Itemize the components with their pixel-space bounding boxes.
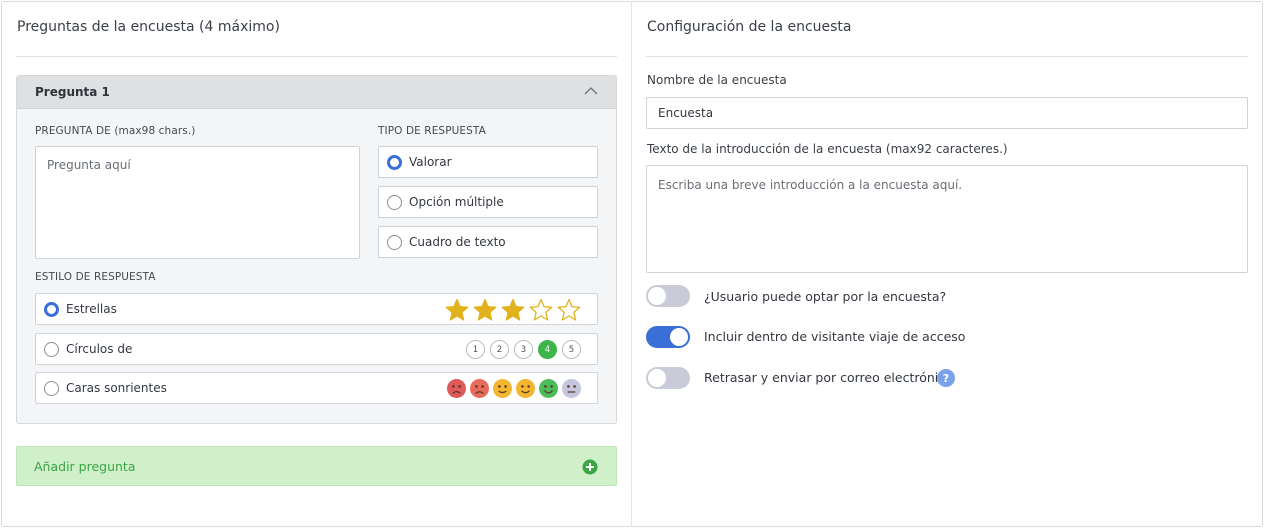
chevron-up-icon[interactable] xyxy=(584,86,598,96)
right-panel-title: Configuración de la encuesta xyxy=(647,19,852,35)
email-delay-toggle[interactable] xyxy=(646,367,690,389)
response-style-stars[interactable]: Estrellas xyxy=(35,293,598,325)
response-type-rate-label: Valorar xyxy=(409,155,452,169)
add-question-label: Añadir pregunta xyxy=(34,459,136,474)
toggle-knob xyxy=(670,328,688,346)
star-filled-icon xyxy=(473,298,497,321)
survey-name-input[interactable] xyxy=(646,97,1248,129)
happy-face-icon xyxy=(539,379,558,398)
smiley-rating-preview xyxy=(447,379,581,398)
neutral-face-icon xyxy=(562,379,581,398)
right-title-divider xyxy=(646,56,1248,57)
survey-name-label: Nombre de la encuesta xyxy=(647,73,787,87)
left-title-divider xyxy=(16,56,617,57)
question-text-label: PREGUNTA DE (max98 chars.) xyxy=(35,125,196,137)
opt-in-toggle[interactable] xyxy=(646,285,690,307)
star-outline-icon xyxy=(529,298,553,321)
star-filled-icon xyxy=(501,298,525,321)
radio-selected-icon[interactable] xyxy=(44,302,59,317)
response-style-circles-label: Círculos de xyxy=(66,342,133,356)
opt-in-toggle-label: ¿Usuario puede optar por la encuesta? xyxy=(704,289,947,304)
question-mark-icon[interactable]: ? xyxy=(937,369,955,387)
radio-icon[interactable] xyxy=(387,195,402,210)
radio-icon[interactable] xyxy=(387,235,402,250)
circle-rating-preview: 12345 xyxy=(466,340,581,359)
question-header[interactable]: Pregunta 1 xyxy=(17,76,616,109)
response-type-multiple-choice-label: Opción múltiple xyxy=(409,195,504,209)
response-style-stars-label: Estrellas xyxy=(66,302,117,316)
survey-intro-input[interactable]: Escriba una breve introducción a la encu… xyxy=(646,165,1248,273)
response-style-smiley-faces-label: Caras sonrientes xyxy=(66,381,167,395)
response-type-label: TIPO DE RESPUESTA xyxy=(378,125,486,137)
toggle-knob xyxy=(648,287,666,305)
visitor-journey-toggle[interactable] xyxy=(646,326,690,348)
question-text-input[interactable]: Pregunta aquí xyxy=(35,146,360,259)
very-sad-face-icon xyxy=(447,379,466,398)
slight-smile-face-icon xyxy=(493,379,512,398)
rating-circle: 4 xyxy=(538,340,557,359)
response-style-smiley-faces[interactable]: Caras sonrientes xyxy=(35,372,598,404)
left-panel-title: Preguntas de la encuesta (4 máximo) xyxy=(17,19,280,35)
add-question-button[interactable]: Añadir pregunta xyxy=(16,446,617,486)
toggle-knob xyxy=(648,369,666,387)
survey-intro-placeholder: Escriba una breve introducción a la encu… xyxy=(658,178,963,192)
response-type-text-box[interactable]: Cuadro de texto xyxy=(378,226,598,258)
radio-icon[interactable] xyxy=(44,342,59,357)
sad-face-icon xyxy=(470,379,489,398)
question-text-placeholder: Pregunta aquí xyxy=(47,158,131,172)
star-outline-icon xyxy=(557,298,581,321)
response-style-circles[interactable]: Círculos de 12345 xyxy=(35,333,598,365)
radio-icon[interactable] xyxy=(44,381,59,396)
survey-intro-label: Texto de la introducción de la encuesta … xyxy=(647,142,1008,156)
smile-face-icon xyxy=(516,379,535,398)
rating-circle: 1 xyxy=(466,340,485,359)
panel-divider xyxy=(631,2,632,526)
star-filled-icon xyxy=(445,298,469,321)
response-type-text-box-label: Cuadro de texto xyxy=(409,235,506,249)
plus-circle-icon xyxy=(582,459,598,475)
visitor-journey-toggle-label: Incluir dentro de visitante viaje de acc… xyxy=(704,329,966,344)
star-rating-preview xyxy=(445,298,581,322)
rating-circle: 3 xyxy=(514,340,533,359)
radio-selected-icon[interactable] xyxy=(387,155,402,170)
email-delay-toggle-label: Retrasar y enviar por correo electrónico xyxy=(704,370,953,385)
rating-circle: 5 xyxy=(562,340,581,359)
rating-circle: 2 xyxy=(490,340,509,359)
question-card: Pregunta 1 PREGUNTA DE (max98 chars.) Pr… xyxy=(16,75,617,424)
response-type-rate[interactable]: Valorar xyxy=(378,146,598,178)
response-type-multiple-choice[interactable]: Opción múltiple xyxy=(378,186,598,218)
question-header-label: Pregunta 1 xyxy=(35,85,110,99)
response-style-label: ESTILO DE RESPUESTA xyxy=(35,271,156,283)
